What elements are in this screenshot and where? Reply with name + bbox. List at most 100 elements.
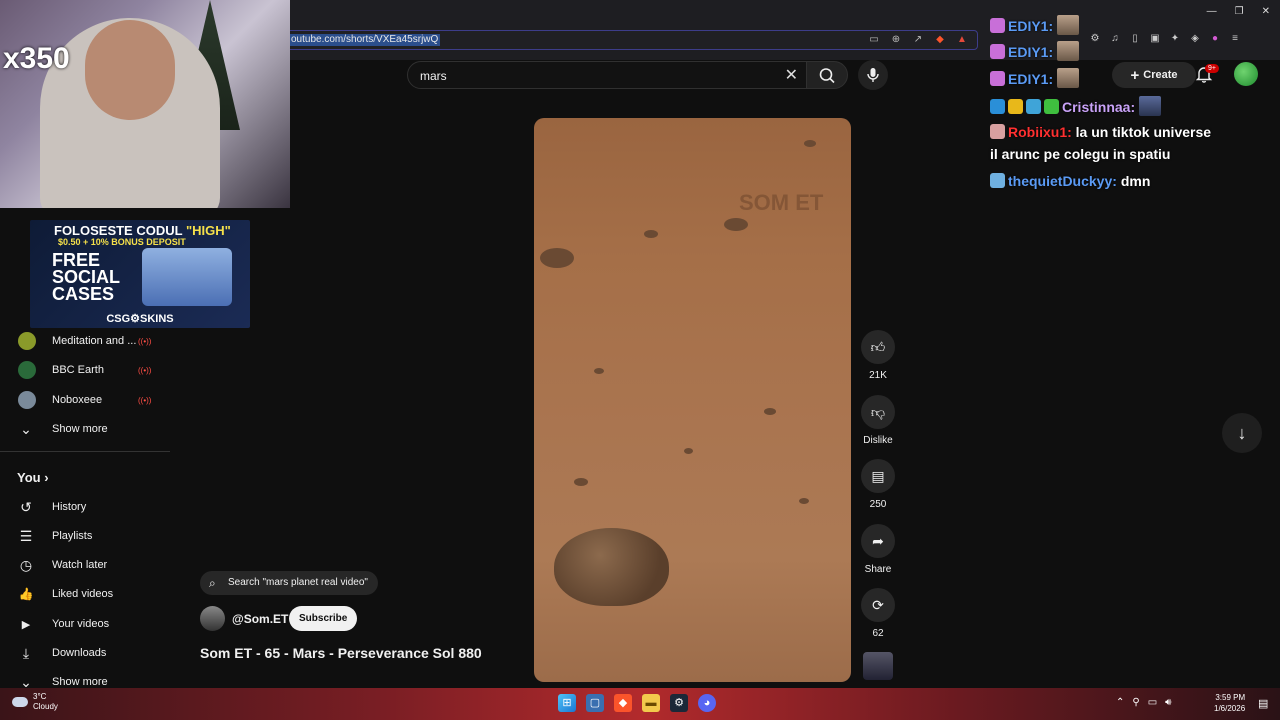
rock: [594, 368, 604, 374]
volume-icon[interactable]: 🔊︎: [1165, 697, 1171, 708]
chat-message: Cristinnaa:: [990, 96, 1162, 116]
sidebar-item-history[interactable]: ↺ History: [0, 493, 170, 521]
discord-icon[interactable]: ◕: [698, 694, 716, 712]
clock-icon: ◷: [19, 556, 33, 573]
rewards-icon[interactable]: ▲: [955, 33, 969, 47]
extension-icon[interactable]: ⚙: [1088, 32, 1102, 46]
download-icon: ⤓: [22, 644, 30, 661]
emote-icon: [1139, 96, 1162, 116]
profile-icon[interactable]: ●: [1208, 32, 1222, 46]
sidebar-subscription[interactable]: BBC Earth ((•)): [0, 356, 170, 384]
thumbs-up-icon: 👍︎: [861, 330, 895, 364]
task-view-icon[interactable]: ▢: [586, 694, 604, 712]
like-button[interactable]: 👍︎ 21K: [860, 330, 896, 381]
next-short-button[interactable]: ↓: [1222, 413, 1262, 453]
related-search-chip[interactable]: ⌕ Search "mars planet real video": [200, 571, 378, 595]
chat-message: thequietDuckyy: dmn: [990, 173, 1150, 189]
sidebar-subscription[interactable]: Meditation and ... ((•)): [0, 327, 170, 355]
notification-badge: 9+: [1205, 64, 1219, 73]
emote-icon: [1057, 68, 1080, 88]
channel-name[interactable]: @Som.ET: [232, 612, 288, 626]
menu-icon[interactable]: ≡: [1228, 32, 1242, 46]
subscribe-button[interactable]: Subscribe: [289, 606, 358, 631]
large-boulder: [554, 528, 669, 606]
zoom-icon[interactable]: ⊕: [889, 33, 903, 47]
plus-icon: +: [1130, 66, 1140, 84]
sidebar-divider: [0, 451, 170, 452]
sound-thumbnail[interactable]: [863, 652, 893, 680]
subscriber-badge-icon: [990, 173, 1005, 188]
create-button[interactable]: + Create: [1112, 62, 1196, 88]
leo-icon[interactable]: ✦: [1168, 32, 1182, 46]
rock: [540, 248, 574, 268]
temperature: 3°C: [33, 692, 47, 701]
history-icon: ↺: [20, 498, 32, 515]
arrow-down-icon: ↓: [1237, 423, 1247, 443]
brave-browser-icon[interactable]: ◆: [614, 694, 632, 712]
emote-icon: [1057, 15, 1080, 35]
share-button[interactable]: ➦ Share: [860, 524, 896, 575]
sidebar-item-liked-videos[interactable]: 👍 Liked videos: [0, 580, 170, 608]
url-text[interactable]: outube.com/shorts/VXEa45srjwQ: [289, 34, 441, 46]
search-query[interactable]: mars: [420, 69, 447, 83]
viewer-multiplier: x350: [3, 42, 70, 75]
case-image: [142, 248, 232, 306]
network-icon[interactable]: ⚲: [1132, 697, 1139, 708]
notification-center-icon[interactable]: ▤: [1258, 697, 1268, 710]
share-page-icon[interactable]: ↗: [911, 33, 925, 47]
brave-shield-icon[interactable]: ◆: [933, 33, 947, 47]
subscriber-badge-icon: [990, 44, 1005, 59]
reader-mode-icon[interactable]: ▭: [867, 33, 881, 47]
file-explorer-icon[interactable]: ▬: [642, 694, 660, 712]
sidebar-item-watch-later[interactable]: ◷ Watch later: [0, 551, 170, 579]
sidebar-icon[interactable]: ▯: [1128, 32, 1142, 46]
share-label: Share: [864, 564, 892, 575]
sidebar-show-more[interactable]: ⌄ Show more: [0, 415, 170, 443]
steam-icon[interactable]: ⚙: [670, 694, 688, 712]
chevron-down-icon: ⌄: [20, 420, 32, 437]
system-clock[interactable]: 3:59 PM 1/6/2026: [1214, 692, 1245, 714]
media-icon[interactable]: ♫: [1108, 32, 1122, 46]
restore-icon[interactable]: ❐: [1235, 6, 1244, 17]
promo-headline: FOLOSESTE CODUL "HIGH": [54, 223, 231, 238]
sidebar-item-playlists[interactable]: ☰ Playlists: [0, 522, 170, 550]
account-avatar[interactable]: [1234, 62, 1258, 86]
rock: [764, 408, 776, 415]
subscriber-badge-icon: [990, 124, 1005, 139]
search-button[interactable]: [806, 61, 848, 89]
dislike-button[interactable]: 👎︎ Dislike: [860, 395, 896, 446]
chat-message: Robiixu1: la un tiktok universe: [990, 124, 1211, 140]
display-icon[interactable]: ▭: [1148, 697, 1157, 708]
rock: [574, 478, 588, 486]
short-video-player[interactable]: SOM ET: [534, 118, 851, 682]
channel-avatar[interactable]: [200, 606, 225, 631]
sidebar-subscription[interactable]: Noboxeee ((•)): [0, 386, 170, 414]
promo-bonus: $0.50 + 10% BONUS DEPOSIT: [58, 237, 186, 247]
you-section-title[interactable]: You ›: [17, 470, 49, 485]
bot-badge-icon: [1026, 99, 1041, 114]
comments-button[interactable]: ▤ 250: [860, 459, 896, 510]
close-window-icon[interactable]: ✕: [1262, 6, 1270, 17]
remix-button[interactable]: ⟳ 62: [860, 588, 896, 639]
sidebar-item-your-videos[interactable]: ▶ Your videos: [0, 610, 170, 638]
rock: [804, 140, 816, 147]
voice-search-button[interactable]: [858, 60, 888, 90]
video-title: Som ET - 65 - Mars - Perseverance Sol 88…: [200, 645, 482, 661]
wallet-icon[interactable]: ▣: [1148, 32, 1162, 46]
thumbs-up-icon: 👍: [18, 587, 34, 601]
cloud-icon: [12, 697, 28, 707]
minimize-icon[interactable]: —: [1207, 6, 1217, 17]
crown-badge-icon: [1008, 99, 1023, 114]
vpn-icon[interactable]: ◈: [1188, 32, 1202, 46]
comment-count: 250: [869, 499, 887, 510]
live-icon: ((•)): [138, 395, 152, 405]
weather-widget[interactable]: 3°C Cloudy: [12, 692, 58, 712]
search-input[interactable]: mars ✕: [407, 61, 807, 89]
chevron-up-icon[interactable]: ⌃: [1116, 697, 1124, 708]
clear-search-icon[interactable]: ✕: [785, 65, 798, 85]
sidebar-item-downloads[interactable]: ⤓ Downloads: [0, 639, 170, 667]
channel-avatar: [18, 361, 36, 379]
rock: [684, 448, 693, 454]
address-bar[interactable]: outube.com/shorts/VXEa45srjwQ ▭ ⊕ ↗ ◆ ▲: [286, 30, 978, 50]
windows-start-icon[interactable]: ⊞: [558, 694, 576, 712]
